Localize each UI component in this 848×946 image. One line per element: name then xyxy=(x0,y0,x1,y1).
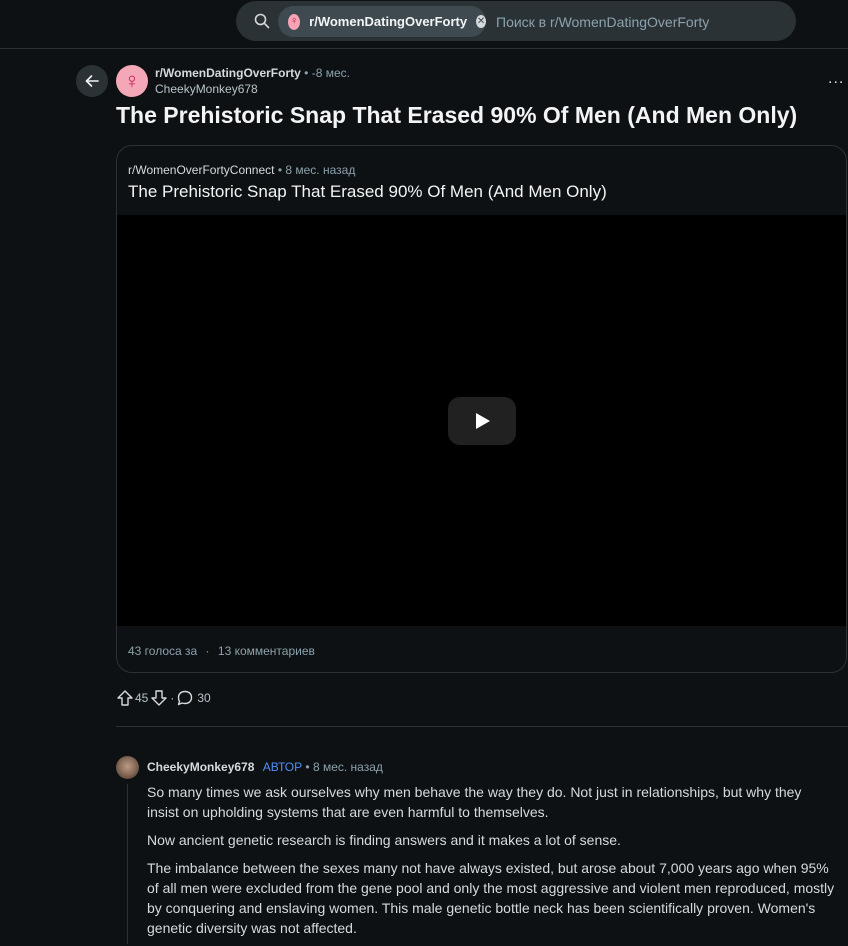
subreddit-filter-chip[interactable]: ♀ r/WomenDatingOverForty ✕ xyxy=(278,6,486,37)
chip-label: r/WomenDatingOverForty xyxy=(309,14,468,29)
crosspost-time: • 8 мес. назад xyxy=(277,163,356,177)
more-icon: ... xyxy=(828,70,845,87)
top-bar: ♀ r/WomenDatingOverForty ✕ xyxy=(0,0,848,49)
search-icon xyxy=(254,13,270,29)
female-symbol-icon: ♀ xyxy=(123,68,141,93)
upvote-icon[interactable] xyxy=(116,689,134,707)
author-badge: АВТОР xyxy=(262,760,303,774)
downvote-icon[interactable] xyxy=(150,689,168,707)
crosspost-meta: r/WomenOverFortyConnect • 8 мес. назад xyxy=(128,163,355,177)
comment-icon[interactable] xyxy=(176,689,194,707)
crosspost-separator: · xyxy=(205,644,210,658)
crosspost-stats: 43 голоса за · 13 комментариев xyxy=(128,644,315,658)
close-icon[interactable]: ✕ xyxy=(476,15,486,28)
post-meta: r/WomenDatingOverForty • -8 мес. xyxy=(155,66,350,80)
female-symbol-icon: ♀ xyxy=(288,13,301,30)
comment-body: So many times we ask ourselves why men b… xyxy=(147,782,837,946)
action-separator: · xyxy=(170,691,175,705)
comment-paragraph: Now ancient genetic research is finding … xyxy=(147,832,621,848)
back-arrow-icon xyxy=(85,75,99,87)
video-player[interactable] xyxy=(117,215,846,626)
divider xyxy=(116,726,848,727)
crosspost-votes: 43 голоса за xyxy=(128,644,198,658)
comment-paragraph: The imbalance between the sexes many not… xyxy=(147,860,835,936)
thread-line[interactable] xyxy=(127,784,128,944)
crosspost-subreddit[interactable]: r/WomenOverFortyConnect xyxy=(128,163,275,177)
post-time: • -8 мес. xyxy=(304,66,350,80)
crosspost-title[interactable]: The Prehistoric Snap That Erased 90% Of … xyxy=(128,182,607,202)
post-action-bar: 45 · 30 xyxy=(116,688,211,708)
comment-count[interactable]: 30 xyxy=(197,691,210,705)
more-options-button[interactable]: ... xyxy=(828,70,848,90)
post-title: The Prehistoric Snap That Erased 90% Of … xyxy=(116,102,798,128)
comment-time: • 8 мес. назад xyxy=(305,760,383,774)
upvote-count: 45 xyxy=(135,691,149,705)
comment-author[interactable]: CheekyMonkey678 xyxy=(147,760,254,774)
subreddit-avatar[interactable]: ♀ xyxy=(116,65,148,97)
play-icon xyxy=(476,413,490,429)
post-author[interactable]: CheekyMonkey678 xyxy=(155,82,258,96)
comment-paragraph: So many times we ask ourselves why men b… xyxy=(147,784,802,820)
subreddit-link[interactable]: r/WomenDatingOverForty xyxy=(155,66,301,80)
search-box[interactable]: ♀ r/WomenDatingOverForty ✕ xyxy=(236,1,796,41)
comment-meta: CheekyMonkey678 АВТОР • 8 мес. назад xyxy=(147,760,383,774)
search-input[interactable] xyxy=(494,11,788,33)
avatar[interactable] xyxy=(116,756,139,779)
play-button[interactable] xyxy=(448,397,516,445)
crosspost-comments: 13 комментариев xyxy=(217,644,315,658)
back-button[interactable] xyxy=(76,65,108,97)
crosspost-card[interactable]: r/WomenOverFortyConnect • 8 мес. назад T… xyxy=(116,145,847,673)
